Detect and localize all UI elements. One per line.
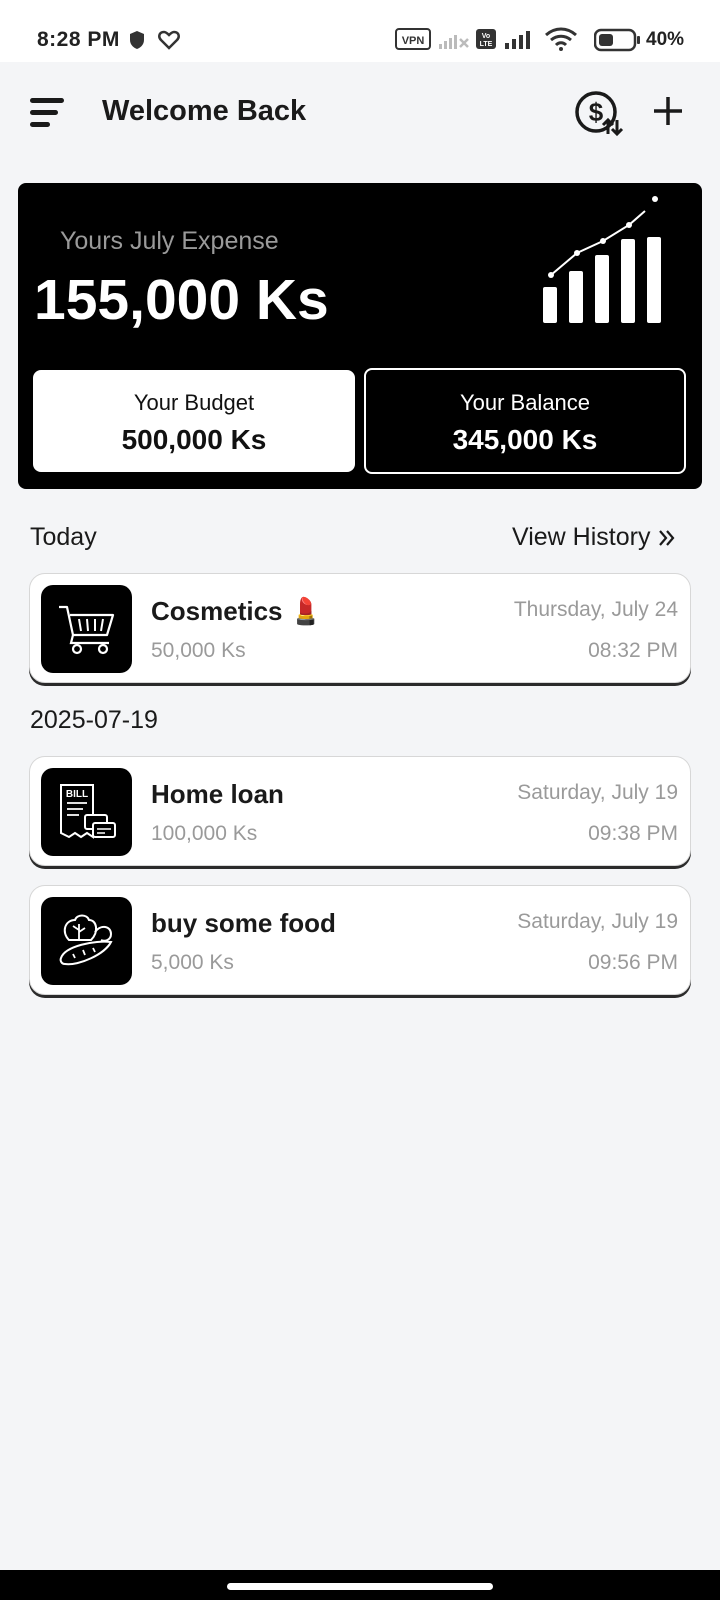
- transaction-date: Thursday, July 24: [513, 598, 678, 621]
- wifi-icon: [545, 27, 577, 51]
- transaction-icon-box: [41, 585, 132, 673]
- home-indicator[interactable]: [227, 1583, 493, 1590]
- balance-label: Your Balance: [459, 390, 591, 415]
- expense-label: Yours July Expense: [60, 227, 279, 255]
- transaction-icon-box: [41, 897, 132, 985]
- balance-box: Your Balance 345,000 Ks: [364, 368, 686, 474]
- svg-text:Vo: Vo: [482, 33, 490, 40]
- add-icon[interactable]: [651, 94, 685, 128]
- shield-icon: [130, 31, 144, 49]
- transaction-title: Cosmetics 💄: [151, 596, 322, 627]
- double-chevron-right-icon: [659, 529, 675, 546]
- system-nav-bar: [0, 1570, 720, 1600]
- bill-icon: BILL: [59, 784, 116, 839]
- view-history-label: View History: [512, 523, 651, 551]
- currency-exchange-icon[interactable]: $: [574, 90, 626, 138]
- transaction-time: 09:38 PM: [588, 822, 678, 845]
- transaction-time: 08:32 PM: [588, 639, 678, 662]
- transaction-card[interactable]: BILL Home loan 100,000 Ks Saturday, July…: [29, 756, 691, 866]
- volte-icon: Vo LTE: [476, 29, 496, 49]
- transaction-title-text: Cosmetics: [151, 596, 283, 626]
- budget-label: Your Budget: [133, 390, 255, 415]
- budget-box: Your Budget 500,000 Ks: [33, 370, 355, 472]
- transaction-card[interactable]: buy some food 5,000 Ks Saturday, July 19…: [29, 885, 691, 995]
- section-title-today: Today: [30, 523, 97, 551]
- menu-icon[interactable]: [30, 96, 66, 130]
- transaction-card[interactable]: Cosmetics 💄 50,000 Ks Thursday, July 24 …: [29, 573, 691, 683]
- transaction-title: Home loan: [151, 779, 284, 809]
- transaction-title: buy some food: [151, 908, 336, 938]
- shopping-cart-icon: [58, 605, 114, 655]
- svg-text:VPN: VPN: [402, 35, 425, 47]
- page-title: Welcome Back: [102, 95, 307, 127]
- transaction-time: 09:56 PM: [588, 951, 678, 974]
- signal-off-icon: [439, 35, 469, 49]
- transaction-icon-box: BILL: [41, 768, 132, 856]
- growth-chart-icon: [543, 196, 661, 323]
- view-history-link[interactable]: View History: [512, 523, 676, 552]
- heart-icon: [158, 30, 180, 50]
- vegetables-icon: [59, 914, 113, 966]
- section-title-date: 2025-07-19: [30, 706, 158, 734]
- transaction-amount: 100,000 Ks: [151, 822, 258, 845]
- bill-icon-text: BILL: [65, 789, 87, 800]
- transaction-amount: 5,000 Ks: [151, 951, 234, 974]
- budget-value: 500,000 Ks: [121, 424, 267, 455]
- vpn-icon: VPN: [395, 28, 431, 50]
- lipstick-emoji: 💄: [289, 596, 323, 626]
- transaction-date: Saturday, July 19: [517, 781, 678, 804]
- status-time: 8:28 PM: [37, 28, 120, 51]
- transaction-date: Saturday, July 19: [517, 910, 678, 933]
- battery-percentage: 40%: [646, 29, 685, 50]
- signal-icon: [505, 31, 530, 49]
- svg-text:LTE: LTE: [480, 41, 493, 48]
- battery-icon: [594, 28, 640, 52]
- status-bar: 8:28 PM VPN Vo LTE 40%: [0, 0, 720, 62]
- expense-amount: 155,000 Ks: [34, 268, 329, 332]
- transaction-amount: 50,000 Ks: [151, 639, 246, 662]
- svg-text:$: $: [589, 97, 604, 127]
- balance-value: 345,000 Ks: [452, 424, 598, 455]
- expense-summary-card: Yours July Expense 155,000 Ks Your Budge…: [18, 183, 702, 489]
